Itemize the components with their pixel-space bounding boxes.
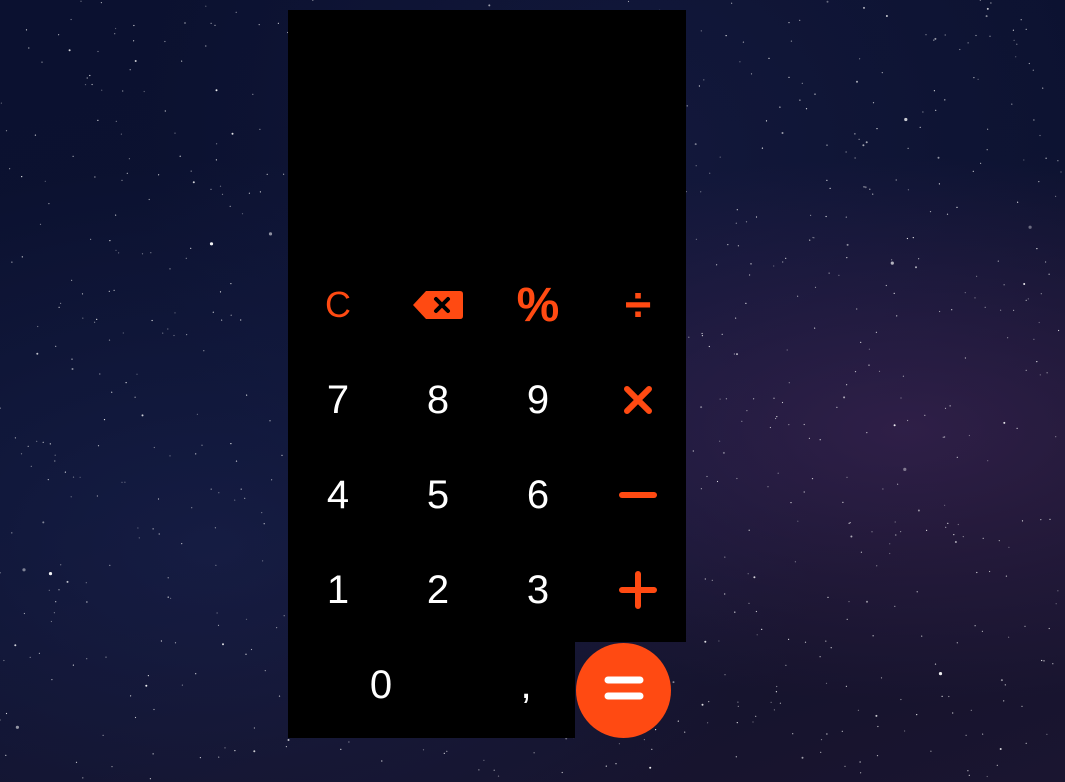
percent-button[interactable]: %	[488, 260, 588, 350]
backspace-icon	[412, 290, 464, 320]
multiply-icon	[622, 384, 654, 416]
digit-8-button[interactable]: 8	[388, 355, 488, 445]
digit-5-button[interactable]: 5	[388, 450, 488, 540]
equals-button[interactable]	[576, 643, 671, 738]
subtract-button[interactable]	[588, 450, 688, 540]
calculator-display	[288, 10, 686, 260]
minus-icon	[619, 490, 657, 500]
divide-button[interactable]: ÷	[588, 260, 688, 350]
add-button[interactable]	[588, 545, 688, 635]
digit-2-button[interactable]: 2	[388, 545, 488, 635]
digit-0-button[interactable]: 0	[331, 640, 431, 730]
multiply-button[interactable]	[588, 355, 688, 445]
clear-button[interactable]: C	[288, 260, 388, 350]
equals-icon	[604, 674, 644, 707]
digit-1-button[interactable]: 1	[288, 545, 388, 635]
plus-icon	[619, 571, 657, 609]
digit-6-button[interactable]: 6	[488, 450, 588, 540]
digit-7-button[interactable]: 7	[288, 355, 388, 445]
digit-3-button[interactable]: 3	[488, 545, 588, 635]
digit-4-button[interactable]: 4	[288, 450, 388, 540]
backspace-button[interactable]	[388, 260, 488, 350]
calculator: C % ÷ 7 8 9 4 5 6 1 2 3 0 ,	[288, 10, 686, 738]
digit-9-button[interactable]: 9	[488, 355, 588, 445]
comma-button[interactable]: ,	[476, 640, 576, 730]
